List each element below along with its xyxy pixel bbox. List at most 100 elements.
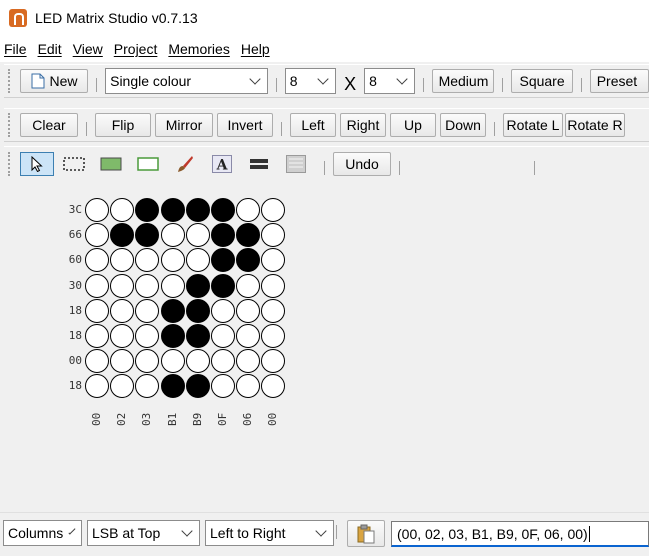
- led-cell[interactable]: [185, 298, 210, 323]
- size-button[interactable]: Medium: [432, 69, 495, 93]
- led-cell[interactable]: [261, 198, 286, 222]
- right-button[interactable]: Right: [340, 113, 386, 137]
- led-cell[interactable]: [110, 298, 135, 323]
- led-cell[interactable]: [85, 298, 109, 323]
- led-cell[interactable]: [85, 349, 109, 374]
- led-cell[interactable]: [110, 273, 135, 298]
- led-cell[interactable]: [160, 223, 185, 248]
- text-tool[interactable]: A: [205, 152, 239, 176]
- led-cell[interactable]: [135, 273, 160, 298]
- led-cell[interactable]: [110, 248, 135, 273]
- led-cell[interactable]: [261, 248, 286, 273]
- flip-button[interactable]: Flip: [95, 113, 151, 137]
- led-cell[interactable]: [236, 298, 261, 323]
- led-cell[interactable]: [160, 349, 185, 374]
- menu-file[interactable]: File: [0, 41, 33, 57]
- rotate-right-button[interactable]: Rotate R: [565, 113, 625, 137]
- new-button[interactable]: New: [19, 69, 89, 93]
- line-tool[interactable]: [242, 152, 276, 176]
- led-cell[interactable]: [211, 324, 235, 348]
- menu-help[interactable]: Help: [236, 41, 276, 57]
- led-cell[interactable]: [261, 273, 286, 298]
- invert-button[interactable]: Invert: [217, 113, 273, 137]
- preset-button[interactable]: Preset: [589, 69, 649, 93]
- filled-rect-tool[interactable]: [94, 152, 128, 176]
- width-select[interactable]: 8: [284, 68, 337, 94]
- scan-direction-select[interactable]: Left to Right: [205, 520, 334, 546]
- led-cell[interactable]: [236, 248, 261, 273]
- brush-tool[interactable]: [168, 152, 202, 176]
- led-cell[interactable]: [236, 198, 261, 222]
- led-cell[interactable]: [261, 223, 286, 248]
- led-cell[interactable]: [160, 273, 185, 298]
- led-cell[interactable]: [135, 374, 160, 399]
- led-cell[interactable]: [110, 349, 135, 374]
- led-cell[interactable]: [211, 198, 235, 222]
- select-tool[interactable]: [20, 151, 54, 176]
- shape-button[interactable]: Square: [511, 69, 573, 93]
- clear-button[interactable]: Clear: [20, 113, 78, 137]
- led-cell[interactable]: [236, 223, 261, 248]
- led-cell[interactable]: [160, 374, 185, 399]
- led-cell[interactable]: [160, 198, 185, 222]
- menu-view[interactable]: View: [68, 41, 109, 57]
- led-cell[interactable]: [185, 374, 210, 399]
- led-cell[interactable]: [185, 324, 210, 348]
- led-cell[interactable]: [185, 198, 210, 222]
- left-button[interactable]: Left: [290, 113, 336, 137]
- toolbar-grip[interactable]: [8, 151, 12, 176]
- output-field[interactable]: (00, 02, 03, B1, B9, 0F, 06, 00): [391, 521, 649, 547]
- copy-button[interactable]: [347, 520, 385, 547]
- led-cell[interactable]: [160, 248, 185, 273]
- led-cell[interactable]: [211, 374, 235, 399]
- bit-order-select[interactable]: LSB at Top: [87, 520, 200, 546]
- led-cell[interactable]: [135, 198, 160, 222]
- led-cell[interactable]: [160, 298, 185, 323]
- menu-project[interactable]: Project: [109, 41, 164, 57]
- dotted-rect-tool[interactable]: [57, 152, 91, 176]
- led-cell[interactable]: [185, 273, 210, 298]
- led-cell[interactable]: [185, 349, 210, 374]
- undo-button[interactable]: Undo: [333, 151, 391, 176]
- toolbar-grip[interactable]: [8, 69, 12, 93]
- led-cell[interactable]: [160, 324, 185, 348]
- led-cell[interactable]: [261, 298, 286, 323]
- toolbar-grip[interactable]: [8, 113, 12, 137]
- led-cell[interactable]: [211, 273, 235, 298]
- led-cell[interactable]: [85, 374, 109, 399]
- led-cell[interactable]: [261, 349, 286, 374]
- led-cell[interactable]: [85, 324, 109, 348]
- led-cell[interactable]: [135, 248, 160, 273]
- led-cell[interactable]: [261, 374, 286, 399]
- led-cell[interactable]: [135, 324, 160, 348]
- led-cell[interactable]: [185, 223, 210, 248]
- menu-memories[interactable]: Memories: [163, 41, 235, 57]
- led-cell[interactable]: [211, 349, 235, 374]
- up-button[interactable]: Up: [390, 113, 436, 137]
- led-cell[interactable]: [211, 298, 235, 323]
- menu-edit[interactable]: Edit: [33, 41, 68, 57]
- height-select[interactable]: 8: [364, 68, 416, 94]
- led-cell[interactable]: [236, 273, 261, 298]
- led-cell[interactable]: [110, 324, 135, 348]
- led-cell[interactable]: [85, 223, 109, 248]
- led-cell[interactable]: [110, 374, 135, 399]
- down-button[interactable]: Down: [440, 113, 486, 137]
- led-cell[interactable]: [110, 198, 135, 222]
- led-cell[interactable]: [85, 248, 109, 273]
- led-cell[interactable]: [135, 223, 160, 248]
- led-cell[interactable]: [135, 298, 160, 323]
- led-cell[interactable]: [261, 324, 286, 348]
- pattern-tool[interactable]: [279, 152, 313, 176]
- rotate-left-button[interactable]: Rotate L: [503, 113, 563, 137]
- led-cell[interactable]: [85, 273, 109, 298]
- mode-select[interactable]: Single colour: [105, 68, 268, 94]
- led-cell[interactable]: [85, 198, 109, 222]
- direction-select[interactable]: Columns: [3, 520, 82, 546]
- led-cell[interactable]: [135, 349, 160, 374]
- led-cell[interactable]: [211, 248, 235, 273]
- led-cell[interactable]: [236, 324, 261, 348]
- led-cell[interactable]: [211, 223, 235, 248]
- led-cell[interactable]: [185, 248, 210, 273]
- led-cell[interactable]: [110, 223, 135, 248]
